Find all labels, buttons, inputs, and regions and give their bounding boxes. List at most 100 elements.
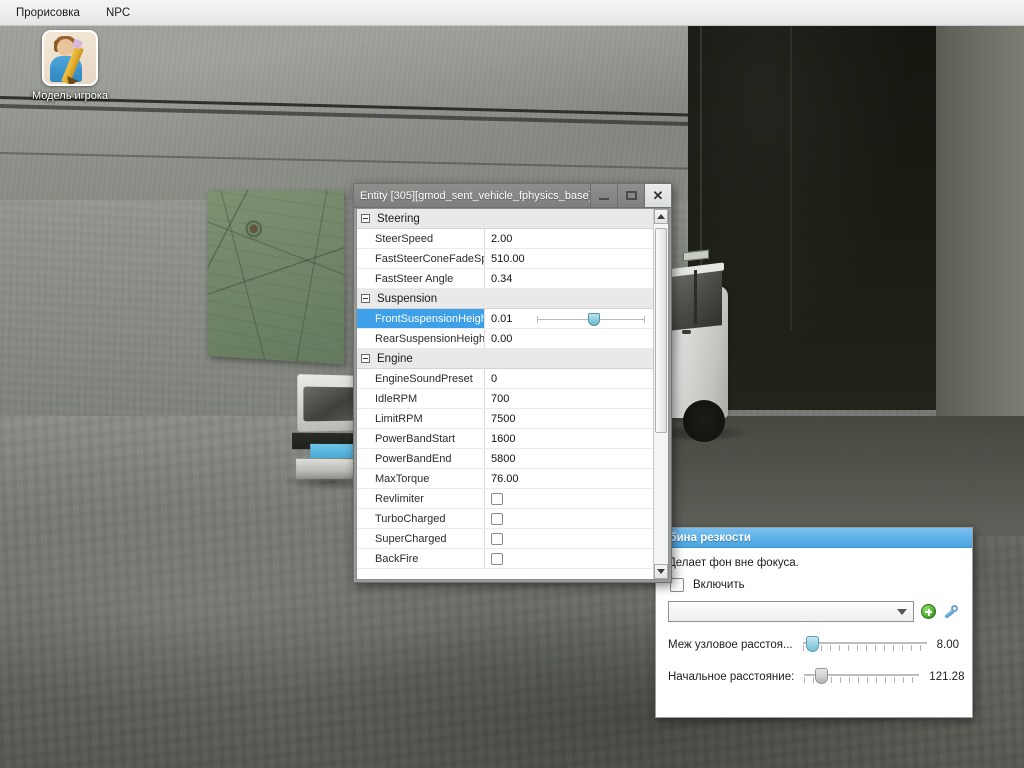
property-key: FastSteer Angle	[357, 269, 485, 288]
dof-enable-row[interactable]: Включить	[656, 569, 972, 592]
minimize-icon	[599, 198, 609, 200]
suspension-height-slider[interactable]	[537, 312, 645, 326]
player-model-icon	[42, 30, 98, 86]
property-row[interactable]: FastSteer Angle 0.34	[357, 269, 653, 289]
group-label: Steering	[377, 212, 420, 225]
dof-enable-checkbox[interactable]	[670, 578, 684, 592]
menu-item-npc[interactable]: NPC	[96, 4, 140, 22]
desktop-icon-player-model[interactable]: Модель игрока	[15, 30, 125, 102]
property-row[interactable]: BackFire	[357, 549, 653, 569]
property-key: MaxTorque	[357, 469, 485, 488]
scroll-down-button[interactable]	[654, 564, 668, 579]
property-value[interactable]	[485, 489, 653, 508]
property-key: FrontSuspensionHeight	[357, 309, 485, 328]
checkbox-supercharged[interactable]	[491, 532, 503, 545]
property-row[interactable]: Revlimiter	[357, 489, 653, 509]
property-key: SuperCharged	[357, 529, 485, 548]
property-key: PowerBandStart	[357, 429, 485, 448]
wrench-icon[interactable]	[942, 604, 958, 620]
scrollbar-thumb[interactable]	[655, 228, 667, 433]
chevron-up-icon	[657, 214, 665, 219]
property-row[interactable]: SuperCharged	[357, 529, 653, 549]
minimize-button[interactable]	[590, 184, 617, 207]
collapse-minus-icon[interactable]	[361, 294, 370, 303]
slider-knob[interactable]	[814, 668, 828, 684]
collapse-minus-icon[interactable]	[361, 354, 370, 363]
dialog-title-text: Entity [305][gmod_sent_vehicle_fphysics_…	[360, 189, 590, 202]
property-value[interactable]	[485, 549, 653, 568]
dof-preset-row	[656, 592, 972, 622]
checkbox-revlimiter[interactable]	[491, 492, 503, 505]
scene-car-handle	[682, 330, 691, 334]
property-value[interactable]	[485, 529, 653, 548]
property-value[interactable]: 0	[485, 369, 653, 388]
property-row[interactable]: PowerBandEnd 5800	[357, 449, 653, 469]
property-key: IdleRPM	[357, 389, 485, 408]
maximize-button[interactable]	[617, 184, 644, 207]
scene-car-pillar	[694, 269, 697, 325]
dof-slider-value-spacing: 8.00	[936, 639, 959, 651]
property-row[interactable]: SteerSpeed 2.00	[357, 229, 653, 249]
property-key: Revlimiter	[357, 489, 485, 508]
slider-knob[interactable]	[587, 312, 600, 326]
property-value[interactable]: 700	[485, 389, 653, 408]
property-value[interactable]: 510.00	[485, 249, 653, 268]
property-row[interactable]: RearSuspensionHeight 0.00	[357, 329, 653, 349]
slider-knob[interactable]	[806, 636, 820, 652]
desktop-icon-label: Модель игрока	[31, 90, 109, 102]
dof-slider-startdist[interactable]	[804, 668, 920, 686]
dof-panel-title-bar: Глубина резкости	[656, 528, 972, 548]
property-value[interactable]: 0.00	[485, 329, 653, 348]
checkbox-turbocharged[interactable]	[491, 512, 503, 525]
window-controls: ✕	[590, 184, 671, 207]
property-group-header[interactable]: Suspension	[357, 289, 653, 309]
depth-of-field-panel[interactable]: Глубина резкости Делает фон вне фокуса. …	[655, 527, 973, 718]
checkbox-backfire[interactable]	[491, 552, 503, 565]
property-row-selected[interactable]: FrontSuspensionHeight 0.01	[357, 309, 653, 329]
dof-slider-spacing[interactable]	[802, 636, 927, 654]
property-value[interactable]: 0.34	[485, 269, 653, 288]
property-grid[interactable]: Steering SteerSpeed 2.00 FastSteerConeFa…	[357, 209, 653, 579]
maximize-icon	[625, 191, 637, 200]
property-value[interactable]	[485, 509, 653, 528]
property-key: PowerBandEnd	[357, 449, 485, 468]
dof-slider-row-startdist: Начальное расстояние: 121.28	[656, 668, 972, 686]
dialog-vertical-scrollbar[interactable]	[653, 209, 668, 579]
scroll-up-button[interactable]	[654, 209, 668, 224]
property-row[interactable]: MaxTorque 76.00	[357, 469, 653, 489]
property-row[interactable]: TurboCharged	[357, 509, 653, 529]
close-icon: ✕	[652, 188, 664, 203]
dof-slider-label-startdist: Начальное расстояние:	[668, 671, 795, 683]
scene-vehicle2-glass	[303, 386, 356, 422]
property-key: FastSteerConeFadeSp...	[357, 249, 485, 268]
property-value[interactable]: 2.00	[485, 229, 653, 248]
scene-door-edge	[790, 0, 792, 330]
property-value[interactable]: 7500	[485, 409, 653, 428]
property-value[interactable]: 5800	[485, 449, 653, 468]
group-label: Engine	[377, 352, 413, 365]
collapse-minus-icon[interactable]	[361, 214, 370, 223]
property-row[interactable]: PowerBandStart 1600	[357, 429, 653, 449]
scrollbar-track[interactable]	[654, 224, 668, 564]
property-value[interactable]: 1600	[485, 429, 653, 448]
property-row[interactable]: IdleRPM 700	[357, 389, 653, 409]
property-group-header[interactable]: Engine	[357, 349, 653, 369]
dof-preset-dropdown[interactable]	[668, 601, 914, 622]
close-button[interactable]: ✕	[644, 184, 671, 207]
dialog-body: Steering SteerSpeed 2.00 FastSteerConeFa…	[356, 208, 669, 580]
scene-pillar	[936, 0, 1024, 420]
property-row[interactable]: FastSteerConeFadeSp... 510.00	[357, 249, 653, 269]
add-circle-icon[interactable]	[921, 604, 936, 619]
entity-properties-dialog[interactable]: Entity [305][gmod_sent_vehicle_fphysics_…	[353, 183, 672, 583]
property-value[interactable]: 0.01	[485, 309, 653, 328]
property-key: TurboCharged	[357, 509, 485, 528]
property-value[interactable]: 76.00	[485, 469, 653, 488]
menu-bar: Прорисовка NPC	[0, 0, 1024, 26]
property-row[interactable]: LimitRPM 7500	[357, 409, 653, 429]
dialog-title-bar[interactable]: Entity [305][gmod_sent_vehicle_fphysics_…	[354, 184, 671, 208]
menu-item-render[interactable]: Прорисовка	[6, 4, 90, 22]
property-group-header[interactable]: Steering	[357, 209, 653, 229]
property-row[interactable]: EngineSoundPreset 0	[357, 369, 653, 389]
chevron-down-icon	[897, 608, 907, 615]
scene-car-wheel	[683, 400, 725, 442]
